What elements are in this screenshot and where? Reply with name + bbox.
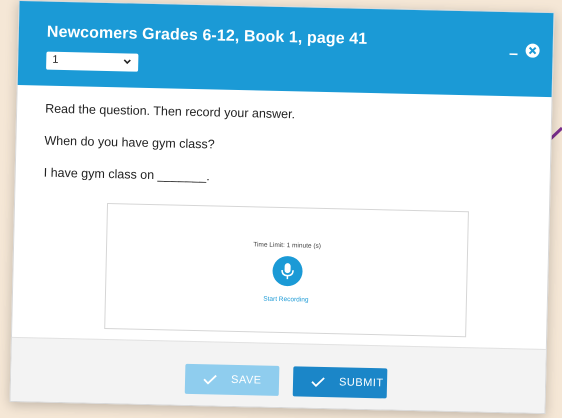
start-recording-link[interactable]: Start Recording xyxy=(106,292,466,307)
answer-frame-text: I have gym class on _______. xyxy=(43,165,210,184)
chevron-down-icon xyxy=(123,59,131,65)
microphone-icon xyxy=(281,263,294,280)
minimize-icon[interactable] xyxy=(508,46,518,56)
screenshot-stage: Newcomers Grades 6-12, Book 1, page 41 1… xyxy=(0,0,562,418)
dialog-footer: SAVE SUBMIT xyxy=(10,336,546,414)
item-number-select[interactable]: 1 xyxy=(46,51,139,72)
close-icon[interactable] xyxy=(524,42,540,58)
recording-panel: Time Limit: 1 minute (s) Start Recording xyxy=(104,203,469,338)
checkmark-icon xyxy=(311,377,325,388)
question-dialog: Newcomers Grades 6-12, Book 1, page 41 1… xyxy=(9,0,555,415)
save-label: SAVE xyxy=(230,373,262,387)
time-limit-label: Time Limit: 1 minute (s) xyxy=(253,241,322,250)
dialog-title: Newcomers Grades 6-12, Book 1, page 41 xyxy=(46,23,368,48)
record-button[interactable] xyxy=(272,255,303,287)
checkmark-icon xyxy=(203,374,217,385)
select-value: 1 xyxy=(52,53,59,66)
save-button[interactable]: SAVE xyxy=(184,363,280,396)
submit-label: SUBMIT xyxy=(338,376,384,390)
instruction-text: Read the question. Then record your answ… xyxy=(45,101,296,122)
submit-button[interactable]: SUBMIT xyxy=(292,366,388,399)
question-text: When do you have gym class? xyxy=(44,133,215,152)
dialog-header: Newcomers Grades 6-12, Book 1, page 41 1 xyxy=(17,0,554,98)
